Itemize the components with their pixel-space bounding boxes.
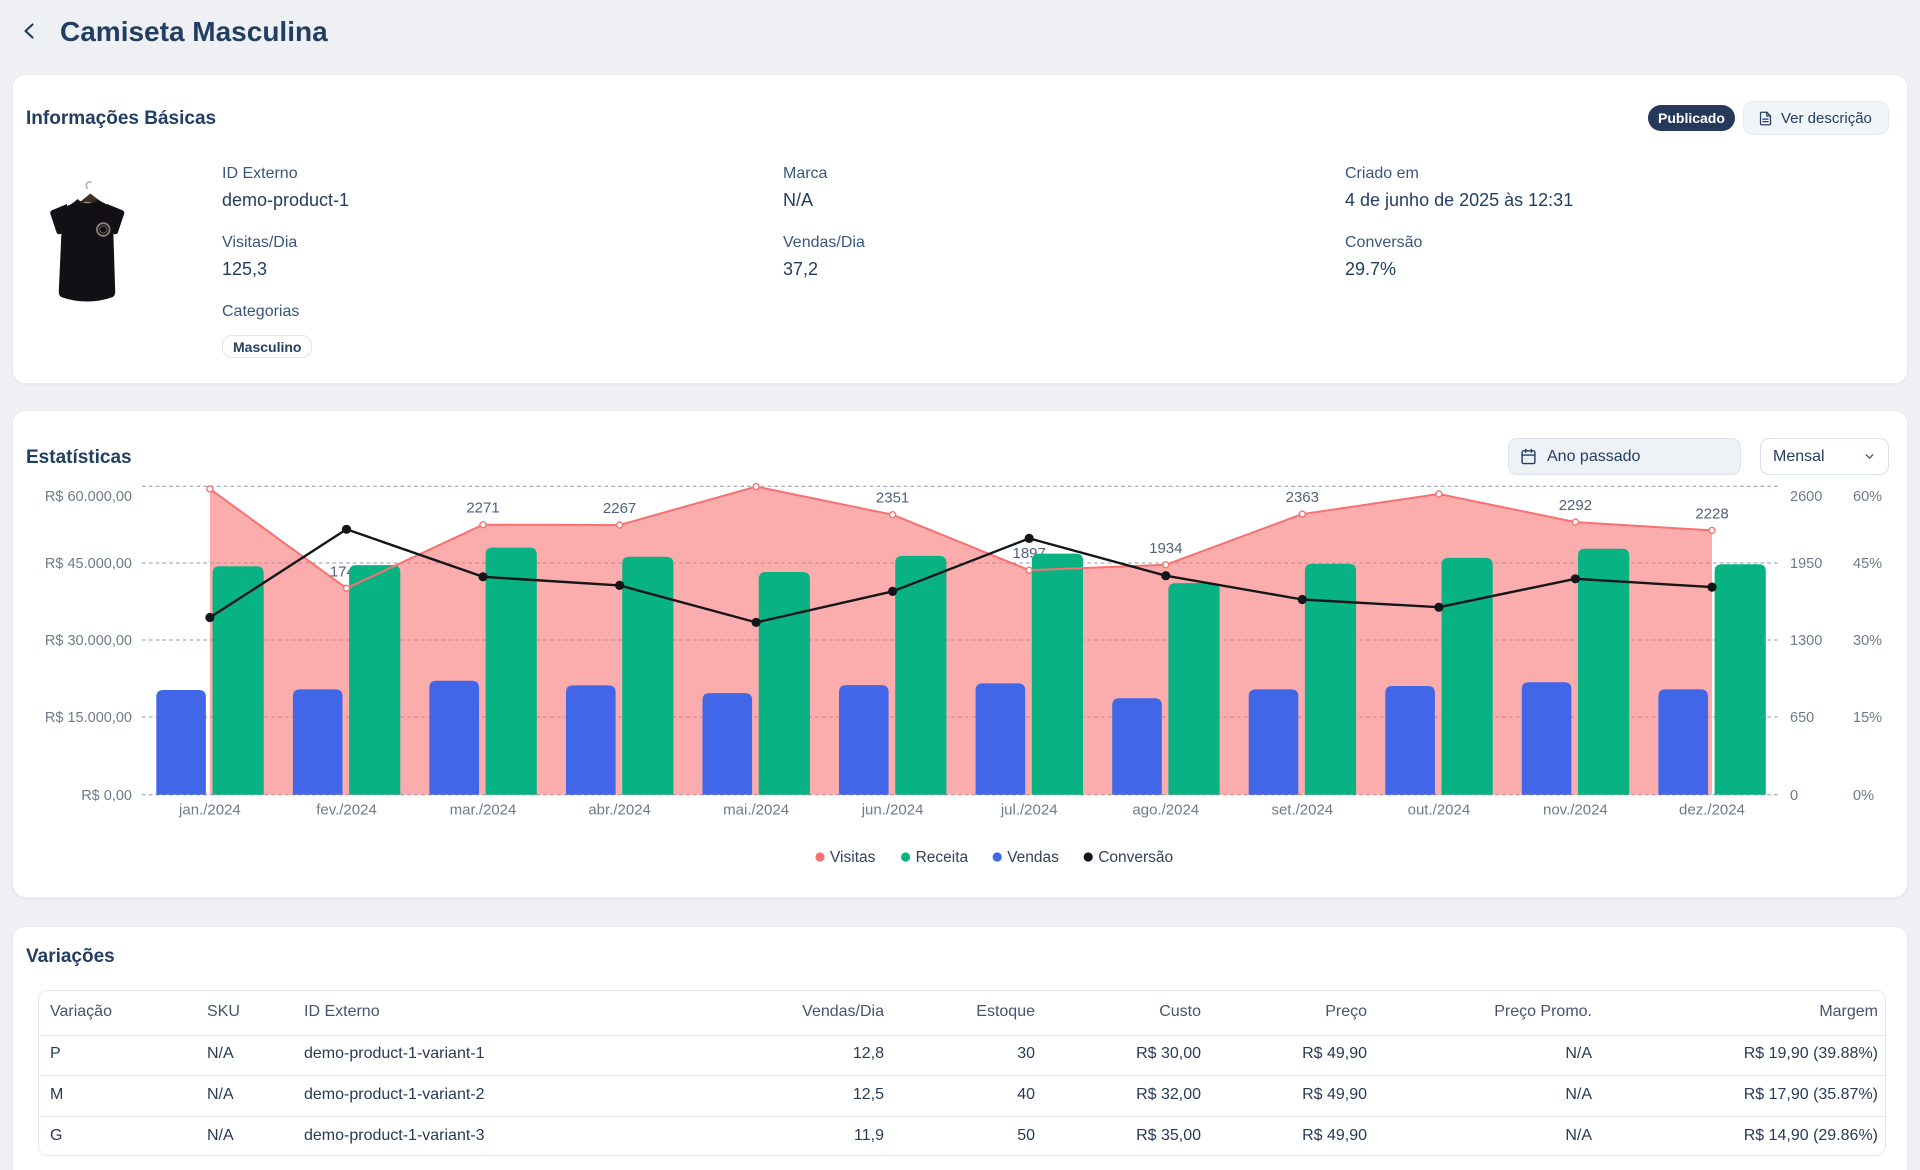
svg-text:nov./2024: nov./2024 [1543,802,1608,819]
svg-text:mai./2024: mai./2024 [723,802,789,819]
svg-text:Vendas: Vendas [1007,849,1059,866]
svg-text:650: 650 [1790,710,1814,726]
svg-text:ago./2024: ago./2024 [1132,802,1199,819]
svg-text:2292: 2292 [1559,497,1592,514]
svg-text:R$ 15.000,00: R$ 15.000,00 [45,710,132,726]
svg-text:2267: 2267 [603,500,636,517]
svg-text:Receita: Receita [916,849,969,866]
svg-text:2600: 2600 [1790,489,1822,505]
svg-text:2271: 2271 [466,500,499,517]
svg-text:fev./2024: fev./2024 [316,802,377,819]
svg-text:0%: 0% [1853,788,1874,804]
svg-text:R$ 45.000,00: R$ 45.000,00 [45,556,132,572]
svg-text:set./2024: set./2024 [1271,802,1333,819]
svg-text:dez./2024: dez./2024 [1679,802,1745,819]
svg-text:jul./2024: jul./2024 [1000,802,1058,819]
svg-text:R$ 60.000,00: R$ 60.000,00 [45,489,132,505]
svg-text:2363: 2363 [1286,489,1319,506]
svg-text:60%: 60% [1853,489,1882,505]
svg-text:2351: 2351 [876,490,909,507]
svg-text:jan./2024: jan./2024 [178,802,241,819]
svg-text:2228: 2228 [1695,505,1728,522]
svg-text:Conversão: Conversão [1098,849,1173,866]
svg-text:jun./2024: jun./2024 [861,802,924,819]
svg-text:0: 0 [1790,788,1798,804]
svg-text:R$ 0,00: R$ 0,00 [81,788,132,804]
svg-text:30%: 30% [1853,633,1882,649]
svg-text:1934: 1934 [1149,540,1182,557]
svg-text:1950: 1950 [1790,556,1822,572]
svg-text:mar./2024: mar./2024 [450,802,517,819]
svg-text:abr./2024: abr./2024 [588,802,651,819]
svg-text:Visitas: Visitas [830,849,876,866]
svg-text:R$ 30.000,00: R$ 30.000,00 [45,633,132,649]
svg-text:out./2024: out./2024 [1408,802,1471,819]
svg-text:45%: 45% [1853,556,1882,572]
svg-text:1300: 1300 [1790,633,1822,649]
svg-text:15%: 15% [1853,710,1882,726]
